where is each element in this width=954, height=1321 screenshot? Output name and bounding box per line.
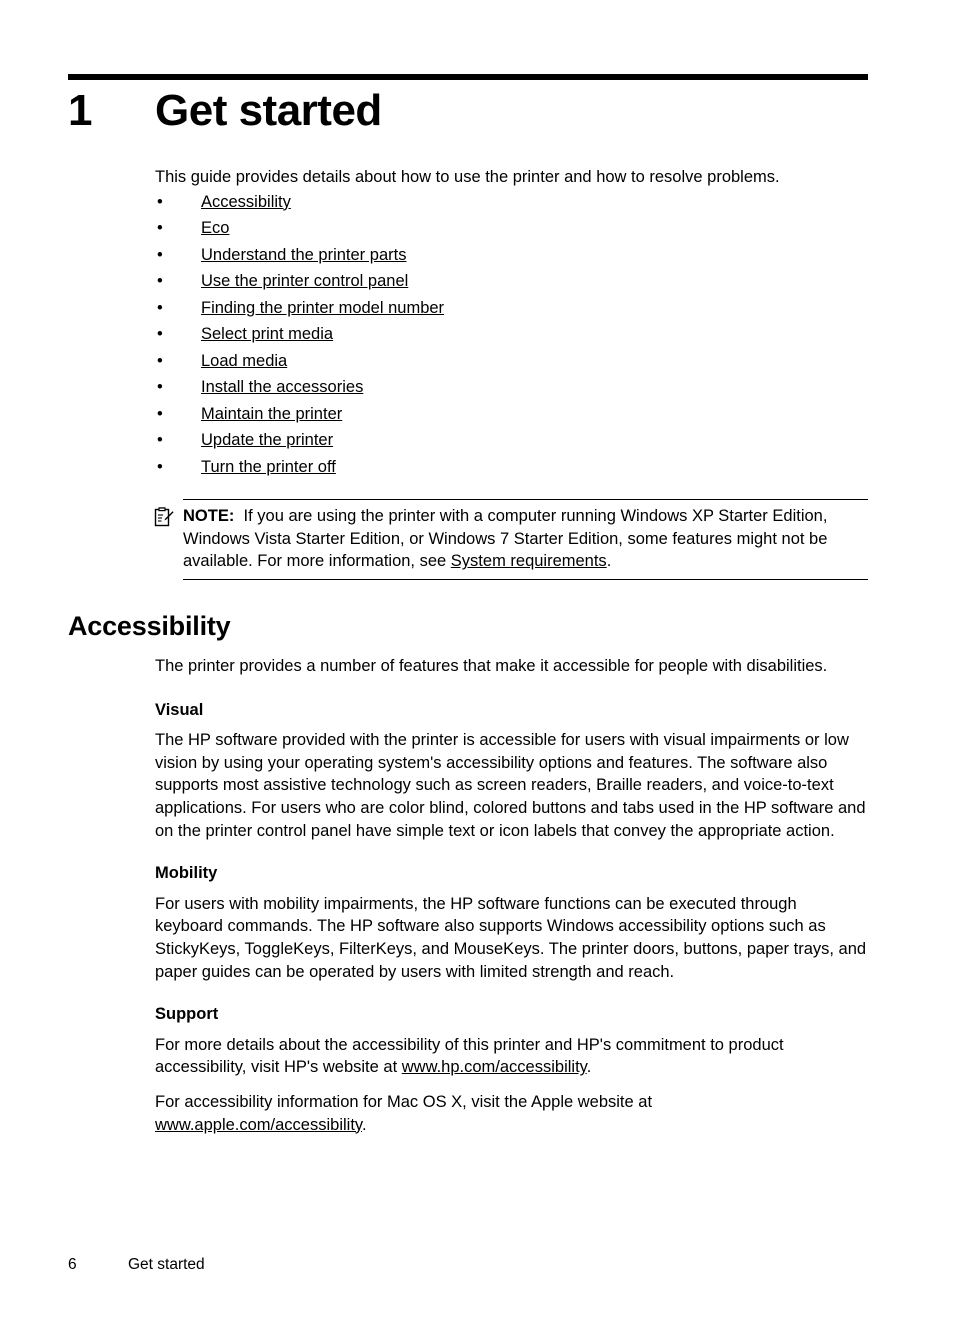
chapter-header: 1 Get started bbox=[68, 84, 868, 138]
list-item[interactable]: • Eco bbox=[155, 215, 868, 242]
list-item[interactable]: • Maintain the printer bbox=[155, 401, 868, 428]
subheading-mobility: Mobility bbox=[155, 864, 218, 883]
section-heading-accessibility: Accessibility bbox=[68, 611, 231, 641]
note-callout: NOTE: If you are using the printer with … bbox=[154, 499, 868, 580]
section-body: The printer provides a number of feature… bbox=[155, 655, 868, 1136]
note-label: NOTE: bbox=[183, 507, 235, 525]
page-footer: 6 Get started bbox=[68, 1255, 868, 1275]
footer-page-number: 6 bbox=[68, 1256, 77, 1273]
body-column: This guide provides details about how to… bbox=[155, 166, 868, 480]
section-intro-paragraph: The printer provides a number of feature… bbox=[155, 657, 828, 675]
link-select-print-media[interactable]: Select print media bbox=[201, 325, 333, 343]
list-item[interactable]: • Use the printer control panel bbox=[155, 268, 868, 295]
footer-chapter-label: Get started bbox=[128, 1256, 205, 1273]
note-content: NOTE: If you are using the printer with … bbox=[154, 500, 868, 579]
link-accessibility[interactable]: Accessibility bbox=[201, 193, 291, 211]
support-paragraph-2: For accessibility information for Mac OS… bbox=[155, 1091, 868, 1136]
bullet-icon: • bbox=[157, 272, 163, 291]
list-item[interactable]: • Install the accessories bbox=[155, 374, 868, 401]
support-p2-after: . bbox=[361, 1115, 367, 1134]
link-use-the-printer-control-panel[interactable]: Use the printer control panel bbox=[201, 272, 408, 290]
bullet-icon: • bbox=[157, 378, 163, 397]
page-title: Get started bbox=[155, 86, 382, 135]
bullet-icon: • bbox=[157, 325, 163, 344]
bullet-icon: • bbox=[157, 404, 163, 423]
link-understand-the-printer-parts[interactable]: Understand the printer parts bbox=[201, 246, 406, 264]
subheading-visual: Visual bbox=[155, 700, 204, 719]
note-clipboard-pencil-icon bbox=[154, 507, 174, 527]
bullet-icon: • bbox=[157, 245, 163, 264]
subheading-support: Support bbox=[155, 1005, 219, 1024]
chapter-rule bbox=[68, 74, 868, 80]
list-item[interactable]: • Accessibility bbox=[155, 189, 868, 216]
mobility-paragraph: For users with mobility impairments, the… bbox=[155, 894, 867, 981]
bullet-icon: • bbox=[157, 192, 163, 211]
visual-paragraph: The HP software provided with the printe… bbox=[155, 731, 866, 840]
list-item[interactable]: • Select print media bbox=[155, 321, 868, 348]
bullet-icon: • bbox=[157, 219, 163, 238]
link-update-the-printer[interactable]: Update the printer bbox=[201, 431, 333, 449]
support-p2-before: For accessibility information for Mac OS… bbox=[155, 1092, 653, 1111]
link-turn-the-printer-off[interactable]: Turn the printer off bbox=[201, 458, 336, 476]
chapter-link-list: • Accessibility • Eco • Understand the p… bbox=[155, 189, 868, 481]
support-paragraph-1: For more details about the accessibility… bbox=[155, 1034, 868, 1079]
link-apple-accessibility-url[interactable]: www.apple.com/accessibility bbox=[155, 1116, 362, 1134]
note-bottom-rule bbox=[183, 578, 868, 580]
note-text-after: . bbox=[606, 552, 612, 571]
intro-paragraph: This guide provides details about how to… bbox=[155, 168, 780, 186]
document-page: 1 Get started This guide provides detail… bbox=[0, 0, 954, 1321]
bullet-icon: • bbox=[157, 298, 163, 317]
link-finding-the-printer-model-number[interactable]: Finding the printer model number bbox=[201, 299, 444, 317]
chapter-number: 1 bbox=[68, 86, 92, 135]
link-eco[interactable]: Eco bbox=[201, 219, 229, 237]
link-install-the-accessories[interactable]: Install the accessories bbox=[201, 378, 363, 396]
list-item[interactable]: • Finding the printer model number bbox=[155, 295, 868, 322]
link-hp-accessibility-url[interactable]: www.hp.com/accessibility bbox=[402, 1058, 587, 1076]
link-maintain-the-printer[interactable]: Maintain the printer bbox=[201, 405, 342, 423]
list-item[interactable]: • Turn the printer off bbox=[155, 454, 868, 481]
bullet-icon: • bbox=[157, 351, 163, 370]
list-item[interactable]: • Understand the printer parts bbox=[155, 242, 868, 269]
list-item[interactable]: • Load media bbox=[155, 348, 868, 375]
link-system-requirements[interactable]: System requirements bbox=[451, 552, 607, 570]
note-text: NOTE: If you are using the printer with … bbox=[183, 505, 868, 573]
list-item[interactable]: • Update the printer bbox=[155, 427, 868, 454]
bullet-icon: • bbox=[157, 457, 163, 476]
bullet-icon: • bbox=[157, 431, 163, 450]
support-p1-after: . bbox=[586, 1058, 592, 1077]
link-load-media[interactable]: Load media bbox=[201, 352, 287, 370]
